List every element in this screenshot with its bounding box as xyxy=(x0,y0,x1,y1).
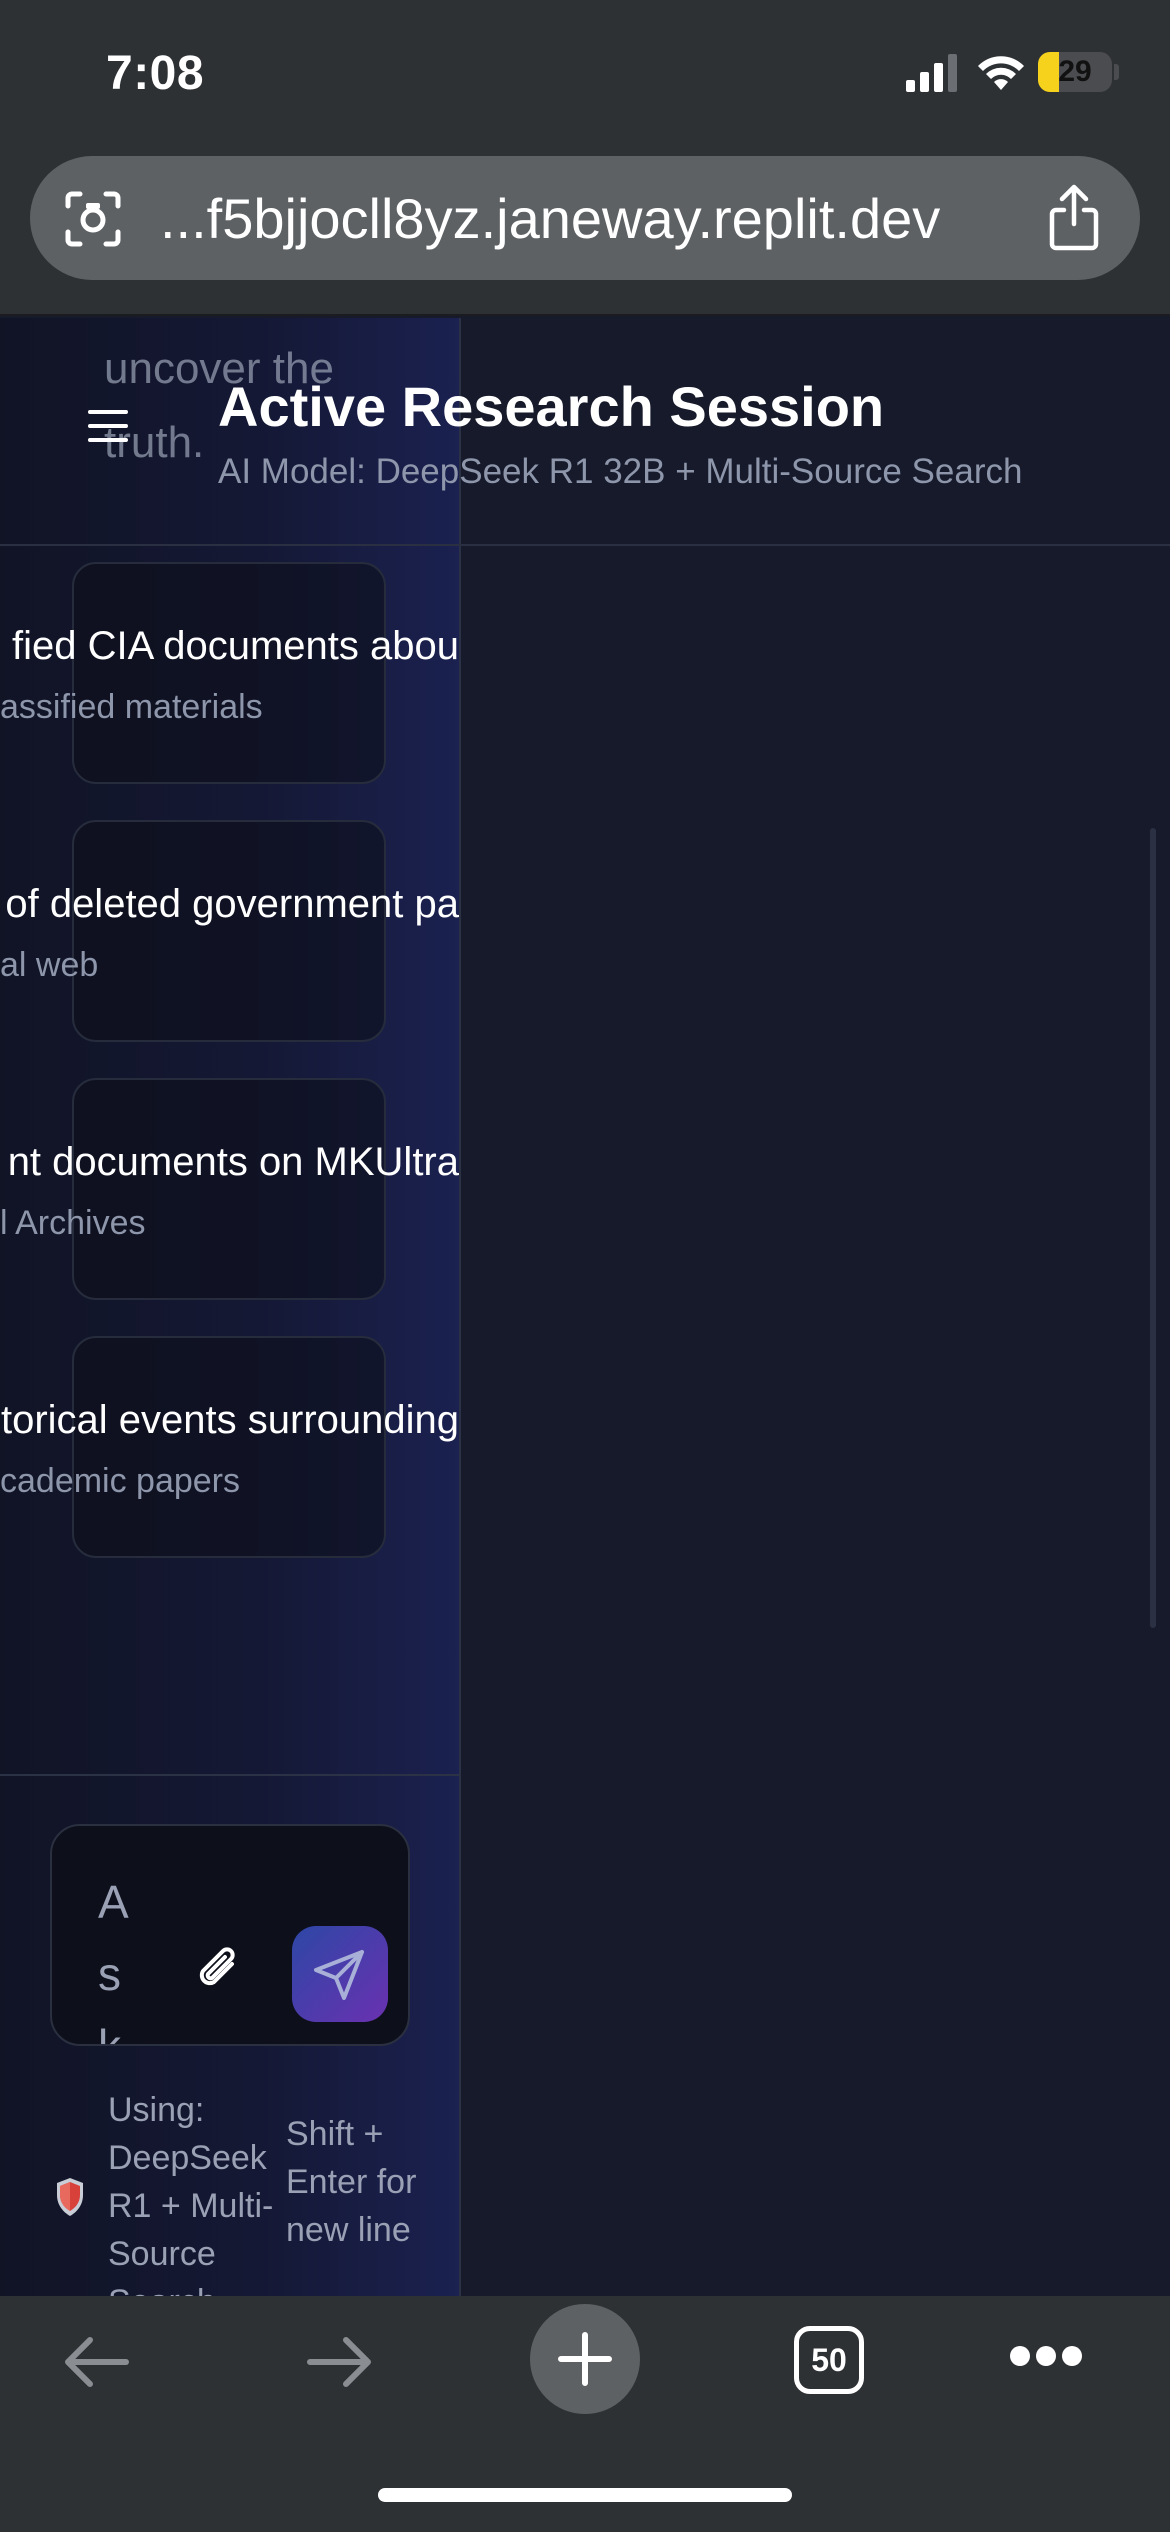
session-header: Active Research Session AI Model: DeepSe… xyxy=(0,318,1170,546)
page-title: Active Research Session xyxy=(218,375,885,438)
paperclip-icon[interactable] xyxy=(192,1942,248,1998)
status-time: 7:08 xyxy=(106,47,205,100)
suggestion-subtitle: assified materials xyxy=(0,688,263,726)
scrollbar[interactable] xyxy=(1150,828,1156,1628)
url-text[interactable]: ...f5bjjocll8yz.janeway.replit.dev xyxy=(160,186,1060,252)
shield-icon xyxy=(57,2178,83,2216)
browser-toolbar: ...f5bjjocll8yz.janeway.replit.dev xyxy=(0,150,1170,316)
back-arrow-icon[interactable] xyxy=(60,2332,132,2392)
input-divider xyxy=(0,1774,459,1776)
more-options-icon[interactable] xyxy=(1010,2346,1082,2372)
status-bar: 7:08 29 xyxy=(0,0,1170,150)
suggestion-title: nt documents on MKUltra xyxy=(7,1140,459,1184)
plus-icon xyxy=(558,2332,612,2386)
battery-percent: 29 xyxy=(1058,55,1092,88)
chat-input-box[interactable]: Ask xyxy=(50,1824,410,2046)
suggestion-subtitle: al web xyxy=(0,946,99,984)
model-subtitle: AI Model: DeepSeek R1 32B + Multi-Source… xyxy=(218,452,1023,491)
forward-arrow-icon[interactable] xyxy=(304,2332,376,2392)
home-indicator xyxy=(378,2488,792,2502)
battery-icon: 29 xyxy=(1038,52,1112,92)
lens-icon[interactable] xyxy=(64,190,122,248)
address-bar[interactable]: ...f5bjjocll8yz.janeway.replit.dev xyxy=(30,156,1140,280)
share-icon[interactable] xyxy=(1044,182,1104,252)
new-tab-button[interactable] xyxy=(530,2304,640,2414)
panel-divider xyxy=(459,318,461,2296)
sidebar-panel: uncover the truth. fied CIA documents ab… xyxy=(0,318,460,2296)
suggestion-title: torical events surrounding xyxy=(0,1398,459,1442)
model-info-text: Using: DeepSeek R1 + Multi-Source Search xyxy=(108,2091,274,2296)
wifi-icon xyxy=(978,56,1024,90)
web-content: uncover the truth. fied CIA documents ab… xyxy=(0,318,1170,2296)
hamburger-menu-icon[interactable] xyxy=(88,410,128,442)
suggestion-title: fied CIA documents abou xyxy=(12,624,459,668)
tabs-button[interactable]: 50 xyxy=(794,2326,864,2394)
send-icon xyxy=(314,1950,364,2000)
suggestion-subtitle: cademic papers xyxy=(0,1462,241,1500)
chat-input[interactable]: Ask xyxy=(98,1866,138,2044)
suggestion-title: of deleted government pa xyxy=(5,882,459,926)
battery-tip xyxy=(1114,64,1119,80)
keyboard-hint: Shift + Enter for new line xyxy=(286,2115,417,2249)
cellular-signal-icon xyxy=(906,54,957,92)
send-button[interactable] xyxy=(292,1926,388,2022)
suggestion-subtitle: l Archives xyxy=(0,1204,146,1242)
